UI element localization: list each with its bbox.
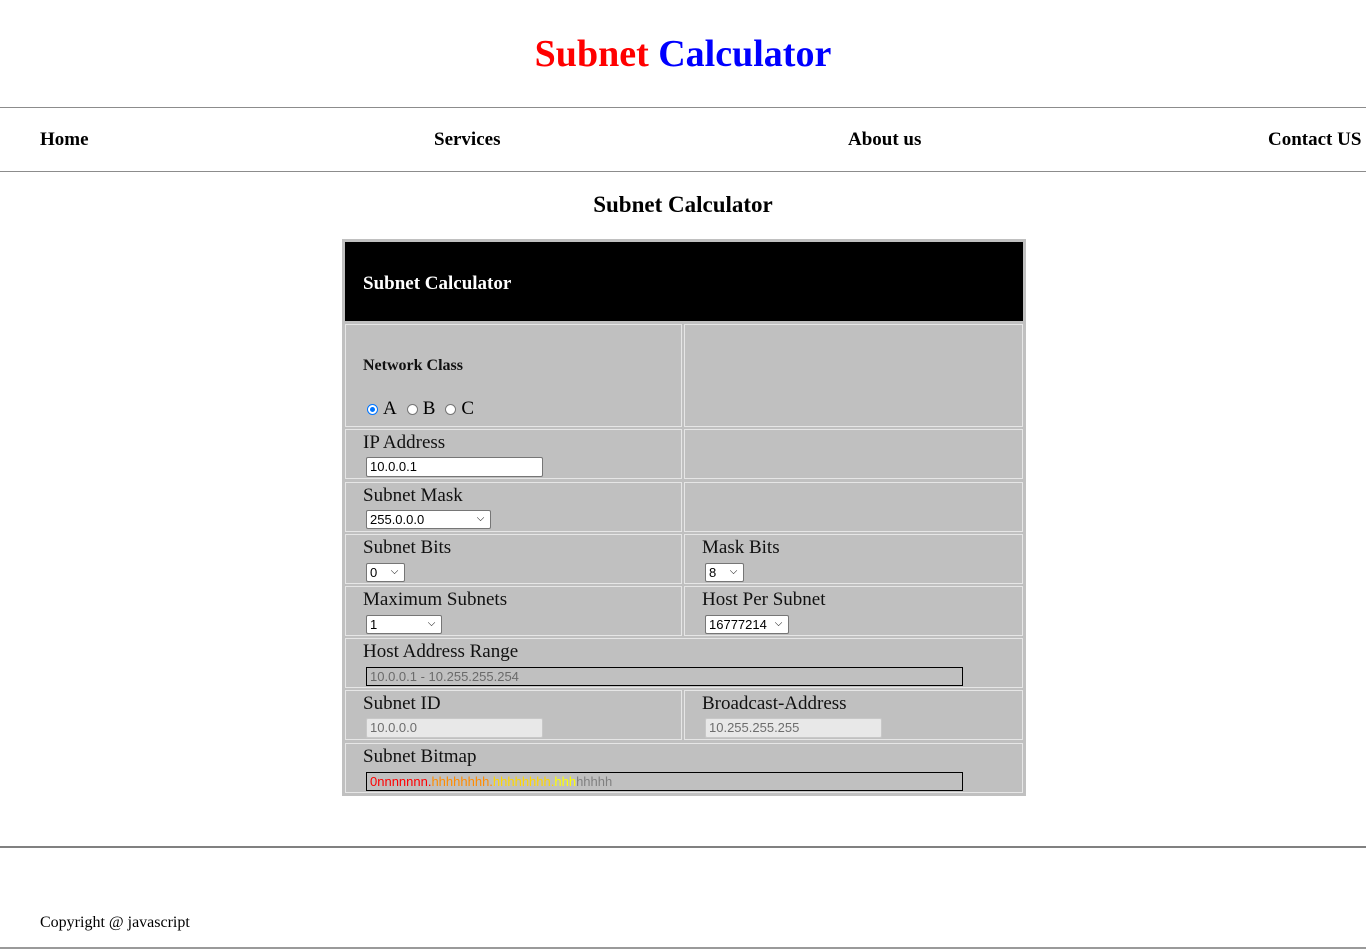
network-class-label: Network Class (363, 357, 463, 374)
empty-cell-1 (684, 324, 1023, 427)
subnet-bits-select-value: 0 (370, 565, 378, 580)
subnet-bitmap-cell: Subnet Bitmap 0nnnnnnn.hhhhhhhh.hhhhhhhh… (345, 743, 1023, 793)
host-per-subnet-select-value: 16777214 (709, 617, 767, 632)
site-title-word-calculator: Calculator (658, 33, 832, 75)
broadcast-address-field: 10.255.255.255 (705, 718, 882, 738)
calculator-header: Subnet Calculator (345, 242, 1023, 321)
site-title: Subnet Calculator (0, 30, 1366, 78)
subnet-bits-label: Subnet Bits (363, 537, 452, 558)
nav-contact-link[interactable]: Contact US (1268, 129, 1361, 151)
subnet-mask-select[interactable]: 255.0.0.0 ⌵ (366, 510, 491, 529)
network-class-radio-a[interactable] (367, 403, 378, 415)
empty-cell-3 (684, 482, 1023, 532)
bitmap-host-octet-3: hhhhhhhh. (492, 774, 555, 789)
broadcast-address-cell: Broadcast-Address 10.255.255.255 (684, 690, 1023, 740)
nav-about-link[interactable]: About us (848, 129, 921, 151)
chevron-down-icon: ⌵ (427, 618, 436, 629)
site-title-word-subnet: Subnet (534, 33, 649, 75)
calculator-header-title: Subnet Calculator (363, 273, 512, 294)
nav-home-link[interactable]: Home (40, 129, 89, 151)
subnet-mask-label: Subnet Mask (363, 485, 463, 506)
ip-address-label: IP Address (363, 432, 446, 453)
broadcast-address-label: Broadcast-Address (702, 693, 847, 714)
header-divider-bottom (0, 171, 1366, 172)
page-heading: Subnet Calculator (593, 192, 773, 217)
bitmap-network-octet: 0nnnnnnn. (370, 774, 432, 789)
host-address-range-label: Host Address Range (363, 641, 519, 662)
ip-address-cell: IP Address 10.0.0.1 (345, 429, 682, 479)
maximum-subnets-cell: Maximum Subnets 1 ⌵ (345, 586, 682, 636)
host-per-subnet-cell: Host Per Subnet 16777214 ⌵ (684, 586, 1023, 636)
network-class-radio-c[interactable] (445, 403, 457, 415)
host-per-subnet-select[interactable]: 16777214 ⌵ (705, 615, 789, 634)
bitmap-host-octet-4-part1: hhh (554, 774, 577, 789)
subnet-mask-select-value: 255.0.0.0 (370, 512, 425, 527)
host-address-range-cell: Host Address Range 10.0.0.1 - 10.255.255… (345, 638, 1023, 688)
nav-services-link[interactable]: Services (434, 129, 500, 151)
mask-bits-label: Mask Bits (702, 537, 780, 558)
subnet-id-label: Subnet ID (363, 693, 441, 714)
host-address-range-field: 10.0.0.1 - 10.255.255.254 (366, 667, 963, 686)
subnet-bits-cell: Subnet Bits 0 ⌵ (345, 534, 682, 584)
bitmap-host-octet-4-part2: hhhhh (576, 774, 613, 789)
network-class-option-a-label: A (383, 398, 397, 419)
mask-bits-select[interactable]: 8 ⌵ (705, 563, 744, 582)
chevron-down-icon: ⌵ (476, 513, 485, 524)
maximum-subnets-label: Maximum Subnets (363, 589, 508, 610)
subnet-bitmap-field: 0nnnnnnn.hhhhhhhh.hhhhhhhh.hhhhhhhh (366, 772, 963, 791)
ip-address-input[interactable]: 10.0.0.1 (366, 457, 543, 477)
network-class-radio-group: A B C (367, 398, 484, 420)
chevron-down-icon: ⌵ (729, 566, 738, 577)
network-class-cell: Network Class A B C (345, 324, 682, 427)
footer-divider-bottom (0, 947, 1366, 949)
subnet-mask-cell: Subnet Mask 255.0.0.0 ⌵ (345, 482, 682, 532)
mask-bits-cell: Mask Bits 8 ⌵ (684, 534, 1023, 584)
mask-bits-select-value: 8 (709, 565, 717, 580)
footer-copyright: Copyright @ javascript (40, 914, 190, 931)
subnet-calculator-panel: Subnet Calculator Network Class A B C IP… (342, 239, 1026, 796)
network-class-option-c-label: C (461, 398, 475, 419)
maximum-subnets-select-value: 1 (370, 617, 378, 632)
chevron-down-icon: ⌵ (390, 566, 399, 577)
subnet-bits-select[interactable]: 0 ⌵ (366, 563, 405, 582)
maximum-subnets-select[interactable]: 1 ⌵ (366, 615, 442, 634)
empty-cell-2 (684, 429, 1023, 479)
chevron-down-icon: ⌵ (774, 618, 783, 629)
bitmap-host-octet-2: hhhhhhhh. (431, 774, 493, 789)
host-per-subnet-label: Host Per Subnet (702, 589, 826, 610)
network-class-option-b-label: B (422, 398, 436, 419)
header-divider-top (0, 107, 1366, 108)
subnet-bitmap-label: Subnet Bitmap (363, 746, 477, 767)
subnet-id-field: 10.0.0.0 (366, 718, 543, 738)
footer-divider-top (0, 846, 1366, 848)
subnet-id-cell: Subnet ID 10.0.0.0 (345, 690, 682, 740)
network-class-radio-b[interactable] (406, 403, 418, 415)
